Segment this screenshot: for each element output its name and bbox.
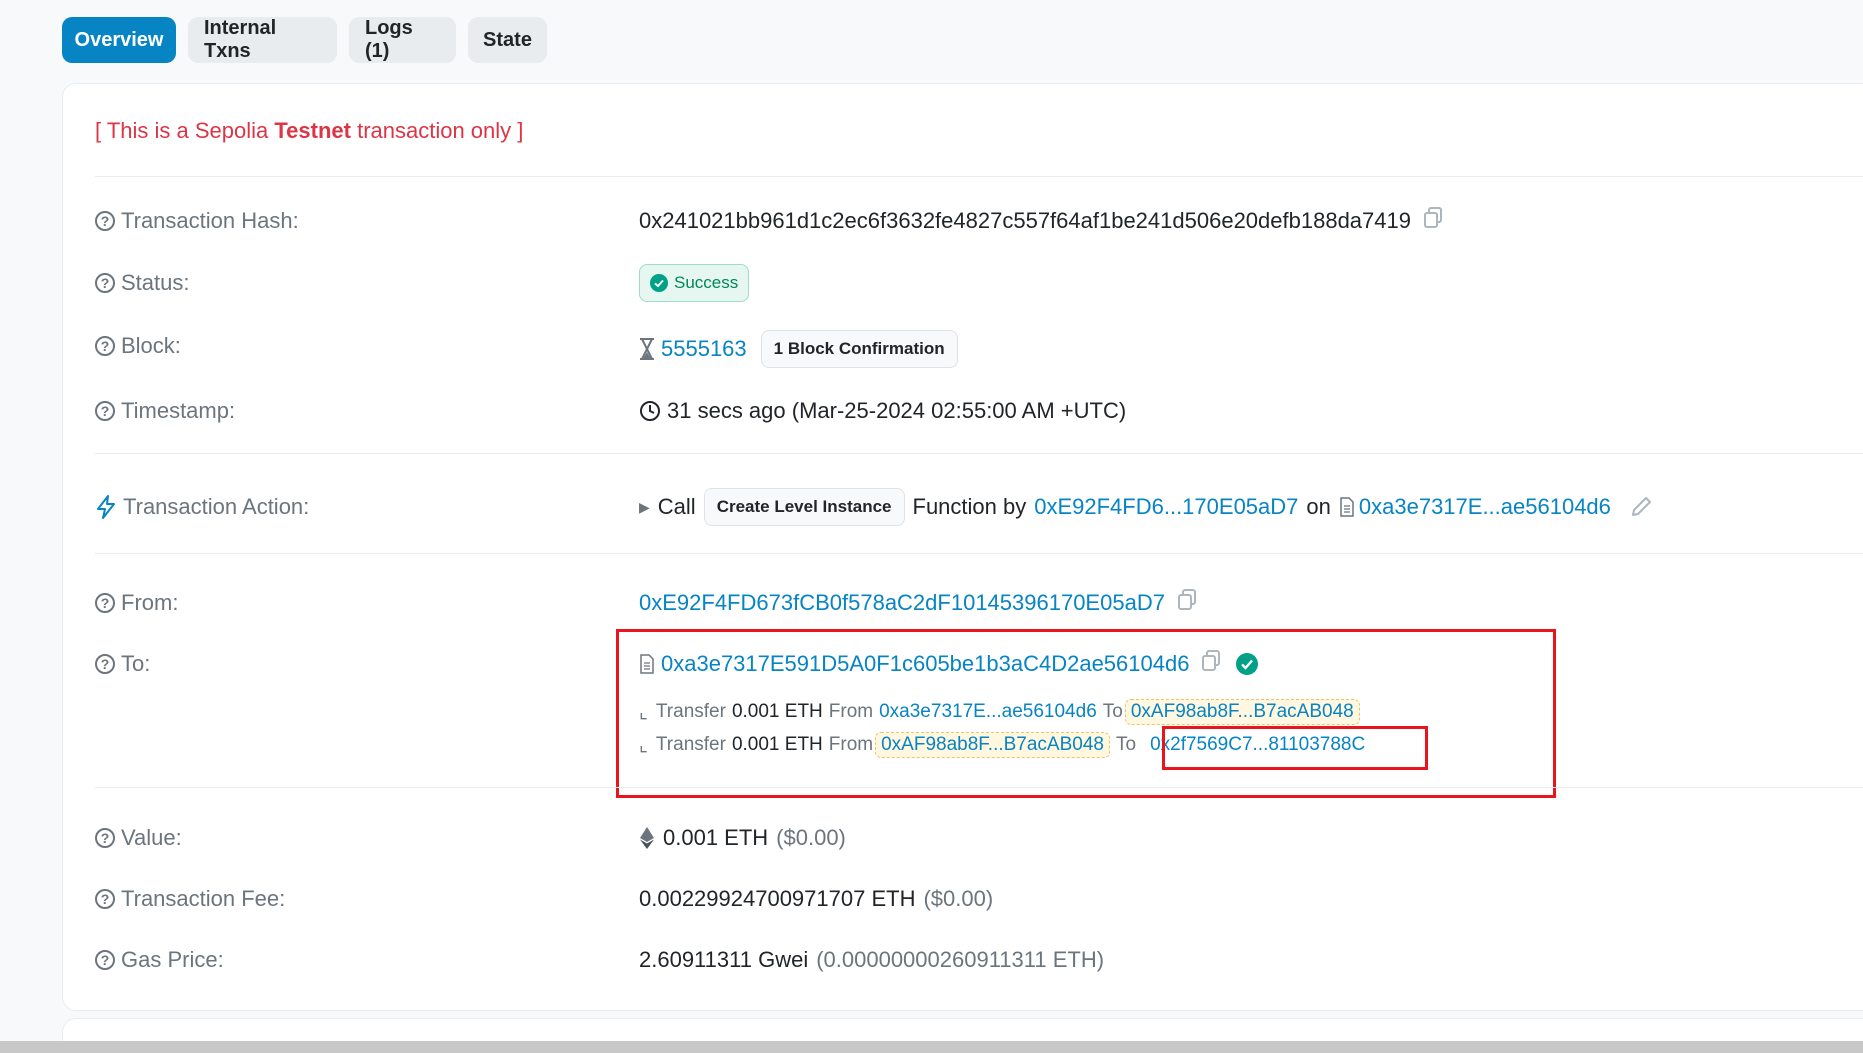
fee-usd: ($0.00) bbox=[923, 886, 994, 911]
copy-icon[interactable] bbox=[1177, 589, 1197, 617]
block-value: 5555163 1 Block Confirmation bbox=[639, 330, 958, 368]
caret-right-icon[interactable]: ▶ bbox=[639, 499, 650, 516]
help-icon[interactable]: ? bbox=[95, 336, 115, 356]
next-card-edge bbox=[62, 1018, 1863, 1042]
timestamp-label-text: Timestamp: bbox=[121, 398, 236, 423]
status-text: Success bbox=[674, 273, 739, 292]
tab-overview[interactable]: Overview bbox=[62, 17, 176, 63]
status-badge: Success bbox=[639, 264, 750, 302]
tx-hash-label: ? Transaction Hash: bbox=[95, 206, 299, 236]
gas-label-text: Gas Price: bbox=[121, 947, 224, 972]
from-address-link[interactable]: 0xE92F4FD673fCB0f578aC2dF10145396170E05a… bbox=[639, 590, 1165, 616]
notice-prefix: [ This is a Sepolia bbox=[95, 118, 275, 143]
divider bbox=[95, 553, 1863, 554]
fee-eth: 0.00229924700971707 ETH bbox=[639, 886, 916, 911]
fee-value: 0.00229924700971707 ETH ($0.00) bbox=[639, 884, 993, 914]
divider bbox=[95, 787, 1863, 788]
value-label: ? Value: bbox=[95, 823, 182, 853]
fee-label-text: Transaction Fee: bbox=[121, 886, 286, 911]
status-label: ? Status: bbox=[95, 268, 189, 298]
status-value: Success bbox=[639, 264, 750, 302]
notice-suffix: transaction only ] bbox=[350, 118, 524, 143]
help-icon[interactable]: ? bbox=[95, 654, 115, 674]
tx-hash-text: 0x241021bb961d1c2ec6f3632fe4827c557f64af… bbox=[639, 208, 1411, 233]
block-label: ? Block: bbox=[95, 331, 181, 361]
lightning-icon bbox=[97, 495, 115, 519]
horizontal-scrollbar[interactable] bbox=[0, 1041, 1863, 1053]
timestamp-text: 31 secs ago (Mar-25-2024 02:55:00 AM +UT… bbox=[667, 398, 1127, 423]
from-value: 0xE92F4FD673fCB0f578aC2dF10145396170E05a… bbox=[639, 588, 1197, 618]
tab-logs[interactable]: Logs (1) bbox=[349, 17, 456, 63]
copy-icon[interactable] bbox=[1423, 207, 1443, 235]
hourglass-icon bbox=[640, 338, 654, 360]
action-by-address-link[interactable]: 0xE92F4FD6...170E05aD7 bbox=[1034, 494, 1298, 520]
help-icon[interactable]: ? bbox=[95, 593, 115, 613]
contract-file-icon bbox=[1340, 497, 1354, 517]
gas-value: 2.60911311 Gwei (0.00000000260911311 ETH… bbox=[639, 945, 1104, 975]
annotation-box bbox=[616, 629, 1556, 798]
help-icon[interactable]: ? bbox=[95, 401, 115, 421]
help-icon[interactable]: ? bbox=[95, 950, 115, 970]
tab-bar: Overview Internal Txns Logs (1) State bbox=[62, 17, 547, 63]
value-value: 0.001 ETH ($0.00) bbox=[639, 823, 846, 853]
block-number-link[interactable]: 5555163 bbox=[661, 336, 747, 362]
to-label: ? To: bbox=[95, 649, 150, 679]
timestamp-label: ? Timestamp: bbox=[95, 396, 235, 426]
action-call: Call bbox=[657, 494, 696, 519]
to-label-text: To: bbox=[121, 651, 151, 676]
status-label-text: Status: bbox=[121, 270, 190, 295]
function-name-badge: Create Level Instance bbox=[703, 488, 905, 526]
check-circle-icon bbox=[650, 274, 668, 292]
from-label: ? From: bbox=[95, 588, 178, 618]
action-on-address-link[interactable]: 0xa3e7317E...ae56104d6 bbox=[1359, 494, 1611, 520]
tab-state[interactable]: State bbox=[468, 17, 547, 63]
help-icon[interactable]: ? bbox=[95, 828, 115, 848]
block-confirmations-badge: 1 Block Confirmation bbox=[760, 330, 958, 368]
ethereum-icon bbox=[640, 827, 654, 849]
timestamp-value: 31 secs ago (Mar-25-2024 02:55:00 AM +UT… bbox=[639, 396, 1126, 426]
gas-gwei: 2.60911311 Gwei bbox=[639, 947, 809, 972]
gas-eth: (0.00000000260911311 ETH) bbox=[816, 947, 1105, 972]
tx-action-label-text: Transaction Action: bbox=[123, 494, 310, 519]
block-label-text: Block: bbox=[121, 333, 181, 358]
help-icon[interactable]: ? bbox=[95, 211, 115, 231]
value-eth: 0.001 ETH bbox=[663, 825, 769, 850]
pencil-icon[interactable] bbox=[1629, 495, 1653, 519]
divider bbox=[95, 453, 1863, 454]
value-label-text: Value: bbox=[121, 825, 182, 850]
gas-label: ? Gas Price: bbox=[95, 945, 224, 975]
tab-internal-txns[interactable]: Internal Txns bbox=[188, 17, 337, 63]
from-label-text: From: bbox=[121, 590, 179, 615]
clock-icon bbox=[640, 401, 660, 421]
testnet-notice: [ This is a Sepolia Testnet transaction … bbox=[95, 118, 523, 144]
tx-hash-value: 0x241021bb961d1c2ec6f3632fe4827c557f64af… bbox=[639, 206, 1443, 236]
tx-action-value: ▶ Call Create Level Instance Function by… bbox=[639, 487, 1653, 527]
help-icon[interactable]: ? bbox=[95, 889, 115, 909]
fee-label: ? Transaction Fee: bbox=[95, 884, 285, 914]
action-on-text: on bbox=[1306, 494, 1331, 519]
value-usd: ($0.00) bbox=[776, 825, 846, 850]
action-by-text: Function by bbox=[912, 494, 1027, 519]
divider bbox=[95, 176, 1863, 177]
help-icon[interactable]: ? bbox=[95, 273, 115, 293]
notice-bold: Testnet bbox=[274, 118, 351, 143]
annotation-box bbox=[1162, 726, 1428, 770]
tx-hash-label-text: Transaction Hash: bbox=[121, 208, 299, 233]
tx-action-label: Transaction Action: bbox=[95, 492, 309, 522]
